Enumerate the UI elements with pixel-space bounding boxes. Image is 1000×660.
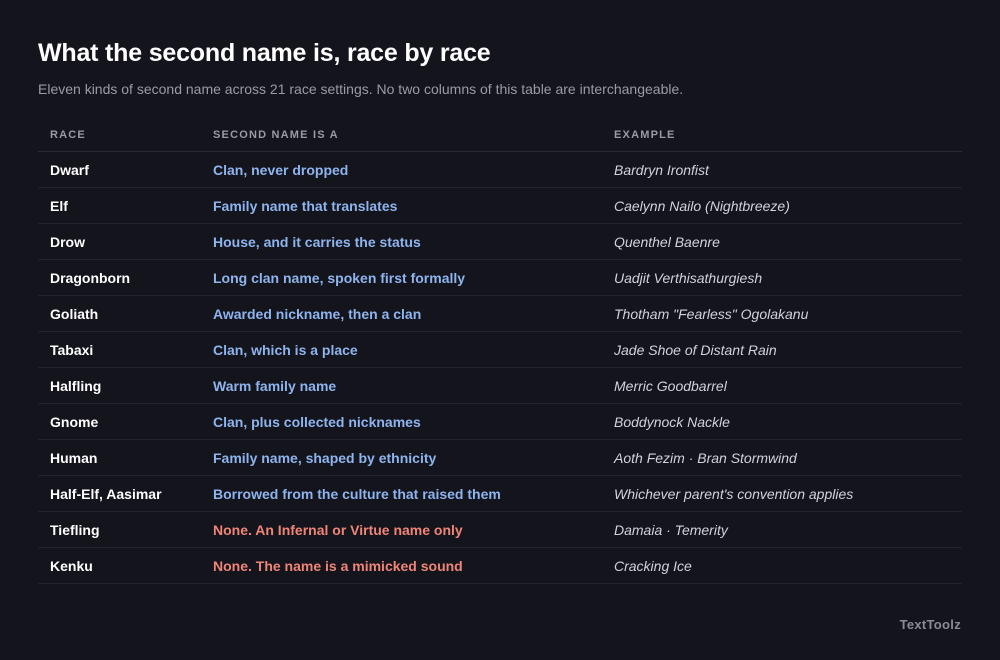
race-cell: Drow [50, 233, 85, 250]
table-row: Dwarf Clan, never dropped Bardryn Ironfist [38, 152, 962, 188]
race-cell: Kenku [50, 557, 93, 574]
table-row: Halfling Warm family name Merric Goodbarre… [38, 368, 962, 404]
example-cell: Cracking Ice [614, 557, 692, 574]
column-header-second-name: SECOND NAME IS A [213, 128, 339, 141]
table-header: RACE SECOND NAME IS A EXAMPLE [38, 118, 962, 152]
second-name-cell: Clan, which is a place [213, 341, 358, 358]
race-cell: Tiefling [50, 521, 100, 538]
example-cell: Thotham "Fearless" Ogolakanu [614, 305, 809, 322]
table-row: Drow House, and it carries the status Quen… [38, 224, 962, 260]
page-subtitle: Eleven kinds of second name across 21 ra… [38, 81, 684, 97]
column-header-race: RACE [50, 128, 86, 141]
example-cell: Damaia · Temerity [614, 521, 728, 538]
second-name-cell: Clan, plus collected nicknames [213, 413, 421, 430]
second-name-cell: Clan, never dropped [213, 161, 349, 178]
example-cell: Caelynn Nailo (Nightbreeze) [614, 197, 790, 214]
example-cell: Aoth Fezim · Bran Stormwind [614, 449, 797, 466]
second-name-cell: Borrowed from the culture that raised th… [213, 485, 501, 502]
example-cell: Uadjit Verthisathurgiesh [614, 269, 763, 286]
table-row: Tiefling None. An Infernal or Virtue name… [38, 512, 962, 548]
race-name-table: RACE SECOND NAME IS A EXAMPLE Dwarf Clan,… [38, 118, 962, 584]
race-cell: Tabaxi [50, 341, 94, 358]
second-name-cell: Long clan name, spoken first formally [213, 269, 466, 286]
example-cell: Jade Shoe of Distant Rain [614, 341, 777, 358]
table-row: Tabaxi Clan, which is a place Jade Shoe of… [38, 332, 962, 368]
example-cell: Bardryn Ironfist [614, 161, 709, 178]
race-cell: Dragonborn [50, 269, 131, 286]
second-name-cell: House, and it carries the status [213, 233, 421, 250]
race-cell: Halfling [50, 377, 102, 394]
example-cell: Boddynock Nackle [614, 413, 730, 430]
page: What the second name is, race by race El… [38, 38, 962, 584]
second-name-cell: None. An Infernal or Virtue name only [213, 521, 463, 538]
race-cell: Elf [50, 197, 68, 214]
race-cell: Gnome [50, 413, 99, 430]
table-row: Human Family name, shaped by ethnicity Aot… [38, 440, 962, 476]
second-name-cell: Family name, shaped by ethnicity [213, 449, 437, 466]
second-name-cell: Awarded nickname, then a clan [213, 305, 422, 322]
second-name-cell: None. The name is a mimicked sound [213, 557, 463, 574]
race-cell: Human [50, 449, 98, 466]
race-cell: Goliath [50, 305, 99, 322]
table-row: Gnome Clan, plus collected nicknames Boddy… [38, 404, 962, 440]
race-cell: Dwarf [50, 161, 89, 178]
example-cell: Quenthel Baenre [614, 233, 720, 250]
column-header-example: EXAMPLE [614, 128, 676, 141]
table-row: Half-Elf, Aasimar Borrowed from the cultu… [38, 476, 962, 512]
table-row: Goliath Awarded nickname, then a clan Thot… [38, 296, 962, 332]
page-title: What the second name is, race by race [38, 39, 491, 67]
example-cell: Merric Goodbarrel [614, 377, 727, 394]
table-row: Dragonborn Long clan name, spoken first f… [38, 260, 962, 296]
brand-wordmark: TextToolz [899, 617, 961, 632]
table-row: Elf Family name that translates Caelynn Na… [38, 188, 962, 224]
table-row: Kenku None. The name is a mimicked sound C… [38, 548, 962, 584]
table-body: Dwarf Clan, never dropped Bardryn Ironfist… [38, 152, 962, 584]
example-cell: Whichever parent's convention applies [614, 485, 854, 502]
second-name-cell: Family name that translates [213, 197, 398, 214]
race-cell: Half-Elf, Aasimar [50, 485, 162, 502]
second-name-cell: Warm family name [213, 377, 337, 394]
